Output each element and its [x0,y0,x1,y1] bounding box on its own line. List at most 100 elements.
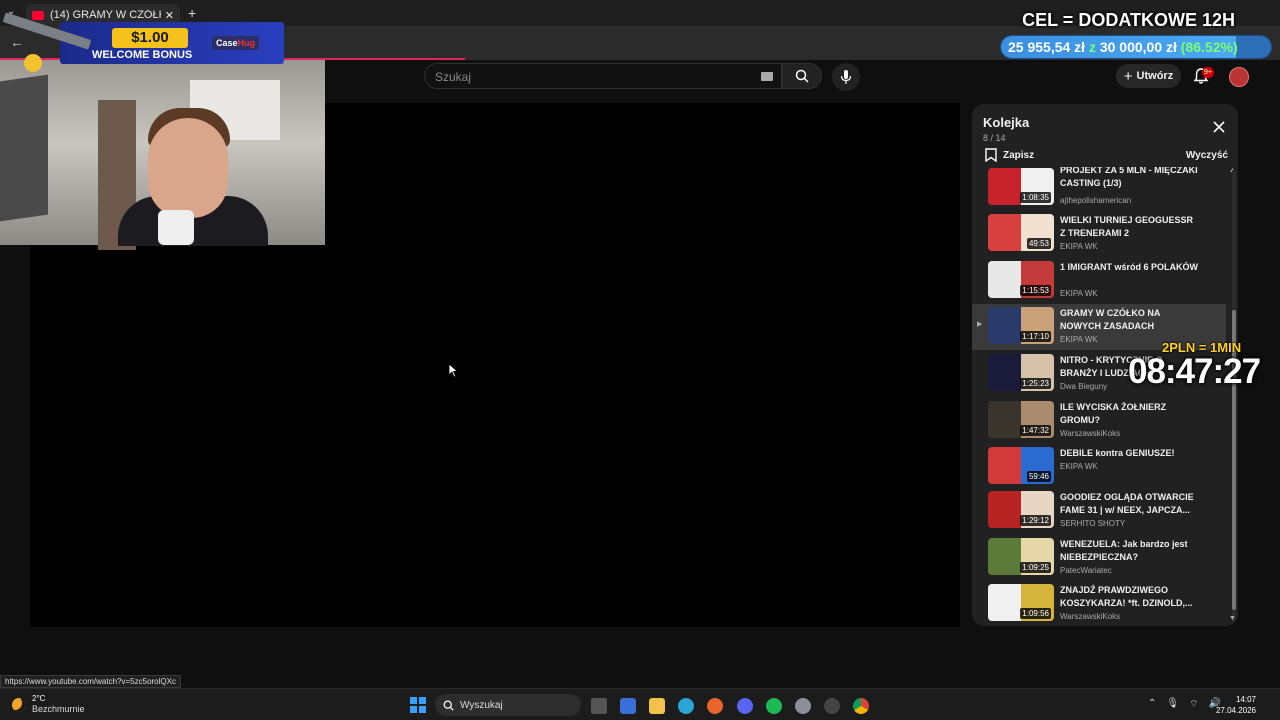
search-button[interactable] [782,63,822,89]
status-bar-url: https://www.youtube.com/watch?v=5zc5orol… [0,675,181,688]
system-tray: ⌃ 🎙 ⌔ 🔊 [1148,698,1221,711]
notification-count-badge: 9+ [1202,67,1214,78]
video-duration: 1:17:10 [1020,331,1051,342]
keyboard-icon[interactable] [761,72,773,81]
streamer-webcam [0,60,325,250]
settings-gear-icon[interactable] [795,698,811,714]
video-title[interactable]: WENEZUELA: Jak bardzo jest NIEBEZPIECZNA… [1060,538,1200,564]
video-title[interactable]: GOODIEZ OGLĄDA OTWARCIE FAME 31 | w/ NEE… [1060,491,1200,517]
video-duration: 1:15:53 [1020,285,1051,296]
video-duration: 1:47:32 [1020,425,1051,436]
promo-text: WELCOME BONUS [92,49,193,61]
channel-name[interactable]: Dwa Bieguny [1060,382,1107,391]
channel-name[interactable]: WarszawskiKoks [1060,429,1120,438]
video-duration: 1:08:35 [1020,192,1051,203]
video-thumbnail[interactable]: 1:47:32 [988,401,1054,438]
clear-queue-button[interactable]: Wyczyść [1186,150,1228,161]
queue-list: 1:08:35 PROJEKT ZA 5 MLN - MIĘCZAKI CAST… [972,167,1232,626]
donation-goal-overlay: CEL = DODATKOWE 12H 25 955,54 zł z 30 00… [1000,8,1275,59]
video-title[interactable]: 1 IMIGRANT wśród 6 POLAKÓW [1060,261,1200,274]
queue-scrollbar[interactable] [1232,170,1236,622]
video-thumbnail[interactable]: 1:09:25 [988,538,1054,575]
bookmark-icon [985,148,997,162]
queue-item[interactable]: 1:29:12 GOODIEZ OGLĄDA OTWARCIE FAME 31 … [972,488,1226,534]
video-thumbnail[interactable]: 1:29:12 [988,491,1054,528]
microphone-icon [840,70,852,84]
goal-separator: z [1088,39,1096,55]
video-title[interactable]: ILE WYCISKA ŻOŁNIERZ GROMU? [1060,401,1200,427]
video-thumbnail[interactable]: 49:53 [988,214,1054,251]
channel-name[interactable]: ajthepolishamerican [1060,196,1131,205]
chrome-icon[interactable] [853,698,869,714]
save-label: Zapisz [1003,149,1035,161]
channel-name[interactable]: EKIPA WK [1060,289,1098,298]
video-duration: 49:53 [1026,238,1051,249]
screen: ⌄ (14) GRAMY W CZÓŁKO NA NOWYCH ✕ + ← Sz… [0,0,1280,720]
video-duration: 1:29:12 [1020,515,1051,526]
queue-item[interactable]: 1:47:32 ILE WYCISKA ŻOŁNIERZ GROMU? Wars… [972,398,1226,444]
search-placeholder: Szukaj [435,70,472,84]
channel-name[interactable]: EKIPA WK [1060,462,1098,471]
create-button[interactable]: + Utwórz [1116,64,1181,88]
casino-promo-banner: $1.00 WELCOME BONUS CaseHug [0,0,286,72]
close-icon[interactable] [1212,120,1226,134]
queue-item[interactable]: 49:53 WIELKI TURNIEJ GEOGUESSR Z TRENERA… [972,211,1226,257]
video-duration: 1:09:25 [1020,562,1051,573]
timer-value: 08:47:27 [1128,352,1261,391]
store-icon[interactable] [620,698,636,714]
taskbar-search[interactable]: Wyszukaj [435,694,581,716]
coin-icon [24,54,42,72]
weather-widget[interactable]: 2°C Bezchmurnie [12,694,85,715]
weather-temperature: 2°C [32,694,46,703]
queue-item[interactable]: 59:46 DEBILE kontra GENIUSZE! EKIPA WK [972,444,1226,490]
goal-target: 30 000,00 zł [1099,39,1177,55]
goal-title: CEL = DODATKOWE 12H [1022,10,1235,30]
file-explorer-icon[interactable] [649,698,665,714]
scroll-down-icon[interactable]: ▼ [1229,615,1236,622]
video-thumbnail[interactable]: 59:46 [988,447,1054,484]
mouse-cursor-icon [449,364,459,378]
video-thumbnail[interactable]: 1:15:53 [988,261,1054,298]
search-icon [443,700,454,711]
queue-position: 8 / 14 [983,133,1006,143]
channel-name[interactable]: SERHITO SHOTY [1060,519,1125,528]
app-icon[interactable] [824,698,840,714]
clock-time: 14:07 [1235,695,1256,704]
task-view-icon[interactable] [591,698,607,714]
system-clock[interactable]: 14:07 27.04.2026 [1216,694,1256,716]
edge-icon[interactable] [678,698,694,714]
queue-item[interactable]: 1:15:53 1 IMIGRANT wśród 6 POLAKÓW EKIPA… [972,258,1226,304]
video-thumbnail[interactable]: 1:09:56 [988,584,1054,621]
account-avatar[interactable] [1229,67,1249,87]
queue-item[interactable]: 1:08:35 PROJEKT ZA 5 MLN - MIĘCZAKI CAST… [972,167,1226,211]
spotify-icon[interactable] [766,698,782,714]
channel-name[interactable]: WarszawskiKoks [1060,612,1120,621]
weather-condition: Bezchmurnie [32,704,85,714]
microphone-tray-icon[interactable]: 🎙 [1166,698,1179,711]
firefox-icon[interactable] [707,698,723,714]
video-title[interactable]: DEBILE kontra GENIUSZE! [1060,447,1200,460]
channel-name[interactable]: PatecWariatec [1060,566,1112,575]
network-icon[interactable]: ⌔ [1189,698,1198,711]
video-title[interactable]: GRAMY W CZÓŁKO NA NOWYCH ZASADACH [1060,307,1200,333]
promo-brand: CaseHug [212,36,260,50]
video-duration: 1:09:56 [1020,608,1051,619]
discord-icon[interactable] [737,698,753,714]
video-title[interactable]: PROJEKT ZA 5 MLN - MIĘCZAKI CASTING (1/3… [1060,167,1200,190]
video-title[interactable]: ZNAJDŹ PRAWDZIWEGO KOSZYKARZA! *ft. DZIN… [1060,584,1200,610]
channel-name[interactable]: EKIPA WK [1060,242,1098,251]
windows-start-icon[interactable] [410,697,426,713]
queue-item[interactable]: 1:09:56 ZNAJDŹ PRAWDZIWEGO KOSZYKARZA! *… [972,581,1226,626]
save-queue-button[interactable]: Zapisz [985,148,1034,162]
voice-search-button[interactable] [832,63,860,91]
video-title[interactable]: WIELKI TURNIEJ GEOGUESSR Z TRENERAMI 2 [1060,214,1200,240]
windows-taskbar: 2°C Bezchmurnie Wyszukaj ⌃ 🎙 ⌔ 🔊 14:07 2… [0,688,1280,720]
queue-item[interactable]: 1:09:25 WENEZUELA: Jak bardzo jest NIEBE… [972,535,1226,581]
search-input[interactable]: Szukaj [424,63,782,89]
queue-title: Kolejka [983,115,1030,130]
video-thumbnail[interactable]: 1:25:23 [988,354,1054,391]
video-thumbnail[interactable]: 1:08:35 [988,168,1054,205]
channel-name[interactable]: EKIPA WK [1060,335,1098,344]
video-thumbnail[interactable]: 1:17:10 [988,307,1054,344]
chevron-up-icon[interactable]: ⌃ [1148,698,1156,711]
